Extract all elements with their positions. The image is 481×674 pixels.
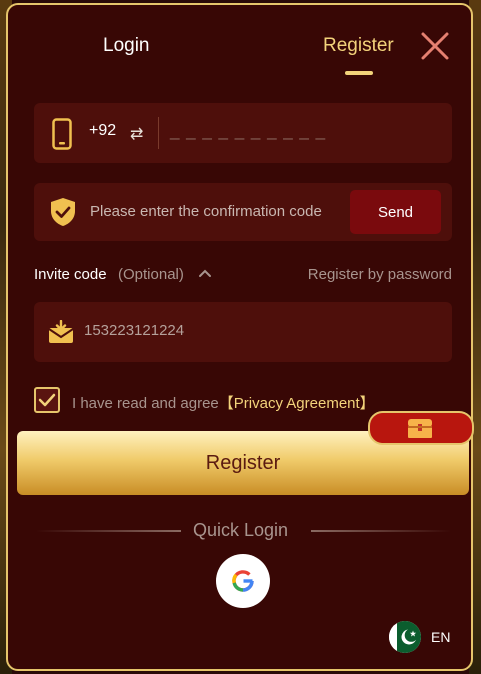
agreement-checkbox[interactable] xyxy=(34,387,60,413)
treasure-chest-icon xyxy=(408,419,432,438)
phone-field[interactable]: +92 ⇄ _ _ _ _ _ _ _ _ _ _ xyxy=(34,103,452,163)
envelope-download-icon xyxy=(48,320,74,343)
quick-login-divider-left xyxy=(36,530,181,532)
active-tab-indicator xyxy=(345,71,373,75)
privacy-agreement-link[interactable]: 【Privacy Agreement】 xyxy=(219,395,375,412)
quick-login-divider-right xyxy=(311,530,451,532)
auth-tabs: Login Register xyxy=(8,5,471,85)
invite-code-label: Invite code xyxy=(34,266,107,283)
swap-icon[interactable]: ⇄ xyxy=(130,124,143,144)
send-code-button[interactable]: Send xyxy=(350,190,441,234)
field-divider xyxy=(158,117,159,149)
verification-code-input[interactable]: Please enter the confirmation code xyxy=(90,203,342,220)
close-icon xyxy=(421,32,449,60)
country-code[interactable]: +92 xyxy=(89,122,116,140)
register-modal: Login Register +92 ⇄ _ _ _ _ _ _ _ _ _ _… xyxy=(6,3,474,671)
bonus-badge[interactable] xyxy=(368,411,474,445)
invite-code-row: Invite code (Optional) Register by passw… xyxy=(34,266,452,286)
pakistan-flag-icon[interactable] xyxy=(389,621,421,653)
google-icon xyxy=(232,570,254,592)
chevron-up-icon[interactable] xyxy=(197,266,213,282)
tab-register[interactable]: Register xyxy=(323,35,394,57)
invite-code-field[interactable]: 153223121224 xyxy=(34,302,452,362)
phone-icon xyxy=(52,118,72,150)
verification-code-field[interactable]: Please enter the confirmation code Send xyxy=(34,183,452,241)
phone-input[interactable]: _ _ _ _ _ _ _ _ _ _ xyxy=(170,121,430,141)
google-login-button[interactable] xyxy=(216,554,270,608)
agreement-label: I have read and agree xyxy=(72,395,219,412)
close-button[interactable] xyxy=(420,31,450,61)
register-by-password-link[interactable]: Register by password xyxy=(308,266,452,283)
invite-code-input[interactable]: 153223121224 xyxy=(84,322,184,339)
invite-optional-label[interactable]: (Optional) xyxy=(118,266,184,283)
agreement-text: I have read and agree【Privacy Agreement】 xyxy=(72,392,375,413)
checkmark-icon xyxy=(38,393,56,407)
tab-login[interactable]: Login xyxy=(103,35,150,57)
shield-icon xyxy=(51,198,75,226)
quick-login-label: Quick Login xyxy=(193,520,289,540)
language-selector[interactable]: EN xyxy=(431,629,450,645)
